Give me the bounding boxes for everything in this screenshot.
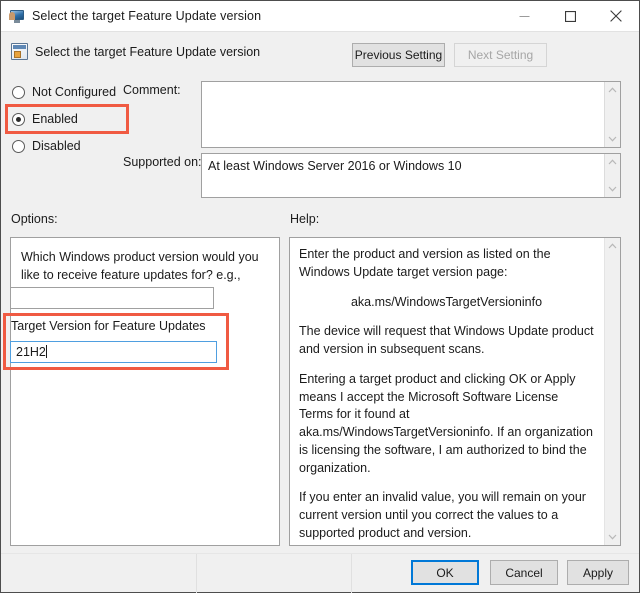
monitor-icon bbox=[9, 8, 25, 24]
minimize-icon[interactable] bbox=[501, 1, 547, 31]
comment-value[interactable] bbox=[202, 82, 604, 147]
radio-enabled-indicator bbox=[12, 112, 25, 126]
scroll-down-icon[interactable] bbox=[605, 529, 621, 545]
radio-disabled-label: Disabled bbox=[32, 139, 81, 153]
radio-not-configured-label: Not Configured bbox=[32, 85, 117, 99]
status-segment bbox=[1, 554, 197, 593]
supported-on-label: Supported on: bbox=[123, 155, 202, 169]
help-text: Enter the product and version as listed … bbox=[290, 238, 604, 545]
maximize-icon[interactable] bbox=[547, 1, 593, 31]
group-policy-setting-dialog: Select the target Feature Update version… bbox=[0, 0, 640, 593]
supported-on-value: At least Windows Server 2016 or Windows … bbox=[208, 159, 462, 173]
target-version-label: Target Version for Feature Updates bbox=[11, 319, 206, 333]
window-title: Select the target Feature Update version bbox=[32, 9, 262, 23]
product-version-input[interactable] bbox=[10, 287, 214, 309]
policy-setting-icon bbox=[11, 43, 28, 60]
help-scrollbar[interactable] bbox=[604, 238, 620, 545]
help-label: Help: bbox=[290, 212, 320, 226]
scroll-up-icon[interactable] bbox=[605, 238, 621, 254]
comment-scrollbar[interactable] bbox=[604, 82, 620, 147]
previous-setting-button[interactable]: Previous Setting bbox=[352, 43, 445, 67]
scroll-up-icon[interactable] bbox=[605, 82, 621, 98]
radio-not-configured[interactable]: Not Configured bbox=[12, 83, 116, 101]
cancel-button[interactable]: Cancel bbox=[490, 560, 558, 585]
title-bar: Select the target Feature Update version bbox=[1, 1, 639, 31]
scroll-down-icon[interactable] bbox=[605, 131, 621, 147]
comment-label: Comment: bbox=[123, 83, 181, 97]
target-version-input[interactable]: 21H2 bbox=[10, 341, 217, 363]
close-icon[interactable] bbox=[593, 1, 639, 31]
scroll-down-icon[interactable] bbox=[605, 181, 621, 197]
supported-on-scrollbar[interactable] bbox=[604, 154, 620, 197]
supported-on-textbox: At least Windows Server 2016 or Windows … bbox=[201, 153, 621, 198]
apply-button[interactable]: Apply bbox=[567, 560, 629, 585]
radio-enabled-label: Enabled bbox=[32, 112, 78, 126]
radio-enabled[interactable]: Enabled bbox=[12, 110, 78, 128]
status-segment bbox=[197, 554, 352, 593]
help-paragraph: Enter the product and version as listed … bbox=[299, 247, 551, 279]
options-label: Options: bbox=[11, 212, 58, 226]
scroll-up-icon[interactable] bbox=[605, 154, 621, 170]
comment-textbox[interactable] bbox=[201, 81, 621, 148]
text-caret bbox=[45, 345, 47, 358]
window-controls bbox=[501, 1, 639, 31]
help-paragraph: Entering a target product and clicking O… bbox=[299, 371, 593, 475]
target-version-value: 21H2 bbox=[16, 345, 46, 359]
ok-button[interactable]: OK bbox=[411, 560, 479, 585]
help-link-text: aka.ms/WindowsTargetVersioninfo bbox=[350, 294, 543, 309]
next-setting-button: Next Setting bbox=[454, 43, 547, 67]
radio-not-configured-indicator bbox=[12, 85, 25, 99]
options-panel: Which Windows product version would you … bbox=[10, 237, 280, 546]
help-paragraph: If you enter an invalid value, you will … bbox=[299, 490, 586, 540]
setting-title: Select the target Feature Update version bbox=[35, 45, 261, 59]
radio-disabled[interactable]: Disabled bbox=[12, 137, 81, 155]
help-panel: Enter the product and version as listed … bbox=[289, 237, 621, 546]
help-paragraph: The device will request that Windows Upd… bbox=[299, 324, 594, 356]
radio-disabled-indicator bbox=[12, 139, 25, 153]
